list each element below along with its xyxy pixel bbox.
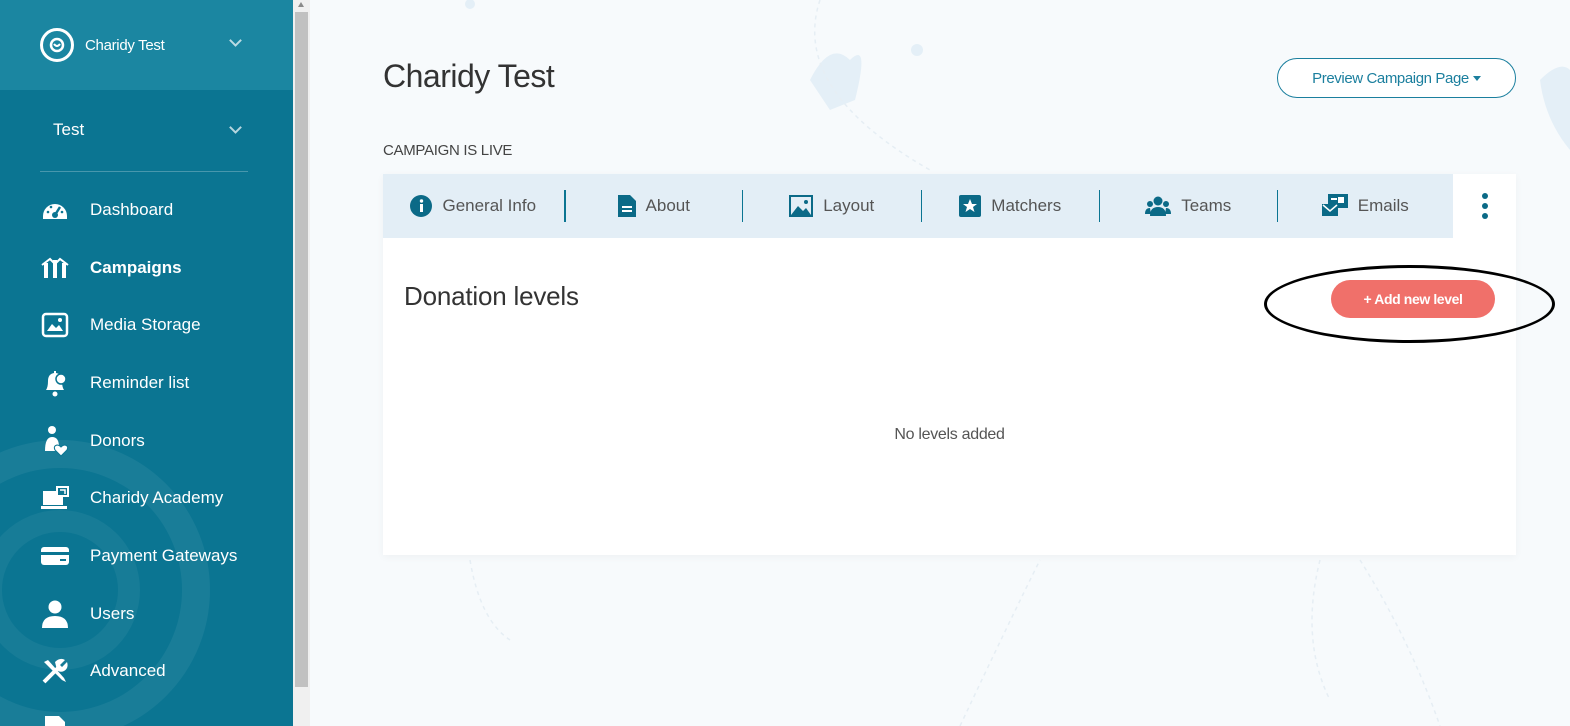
sidebar-item-payment-gateways[interactable]: Payment Gateways [0, 527, 293, 585]
main-content: Charidy Test Preview Campaign Page CAMPA… [310, 0, 1570, 726]
campaign-name: Test [53, 120, 85, 139]
organization-switcher[interactable]: Charidy Test [0, 0, 293, 90]
sidebar-nav: Dashboard Campaigns Media Storage Remind… [0, 181, 293, 726]
document-icon [40, 714, 70, 726]
campaign-status: CAMPAIGN IS LIVE [383, 142, 513, 159]
chevron-down-icon [229, 121, 242, 134]
organization-name: Charidy Test [85, 36, 165, 54]
tab-teams[interactable]: Teams [1100, 174, 1277, 238]
user-icon [40, 599, 70, 629]
tab-label: Layout [823, 196, 875, 215]
sidebar-item-label: Charidy Academy [90, 488, 224, 508]
bell-icon [40, 368, 70, 398]
sidebar-item-campaigns[interactable]: Campaigns [0, 239, 293, 297]
document-icon [617, 195, 636, 217]
academy-icon [40, 483, 70, 513]
sidebar-item-label: Media Storage [90, 315, 201, 335]
star-icon [959, 195, 982, 217]
media-icon [40, 310, 70, 340]
tab-label: About [645, 196, 690, 215]
card-icon [40, 541, 70, 571]
sidebar-item-label: Payment Gateways [90, 545, 238, 565]
more-options-button[interactable] [1453, 174, 1516, 238]
sidebar-item-label: Reminder list [90, 372, 190, 392]
tab-label: General Info [442, 196, 537, 215]
sidebar-item-more[interactable] [0, 700, 293, 726]
sidebar-item-reminder-list[interactable]: Reminder list [0, 354, 293, 412]
tab-label: Teams [1181, 196, 1232, 215]
tab-general-info[interactable]: General Info [383, 174, 564, 238]
tab-layout[interactable]: Layout [743, 174, 921, 238]
sidebar-item-advanced[interactable]: Advanced [0, 643, 293, 701]
tab-bar: General Info About Layout Matchers Teams… [383, 174, 1453, 238]
charidy-logo-icon [40, 28, 74, 62]
sidebar-item-donors[interactable]: Donors [0, 412, 293, 470]
sidebar-item-users[interactable]: Users [0, 585, 293, 643]
campaigns-icon [40, 253, 70, 283]
donors-icon [40, 425, 70, 457]
sidebar-item-label: Dashboard [90, 199, 174, 219]
more-vertical-icon [1481, 191, 1488, 221]
sidebar-item-dashboard[interactable]: Dashboard [0, 181, 293, 239]
image-icon [789, 195, 814, 217]
tab-label: Matchers [991, 196, 1062, 215]
page-scrollbar[interactable] [293, 0, 310, 726]
campaign-switcher[interactable]: Test [0, 90, 293, 172]
sidebar-item-charidy-academy[interactable]: Charidy Academy [0, 469, 293, 527]
sidebar-item-label: Advanced [90, 661, 166, 681]
chevron-down-icon [229, 34, 242, 47]
empty-state-message: No levels added [894, 426, 1005, 443]
preview-campaign-label: Preview Campaign Page [1312, 69, 1469, 87]
sidebar-item-label: Users [90, 603, 135, 623]
sidebar-item-label: Donors [90, 430, 145, 450]
tab-about[interactable]: About [566, 174, 743, 238]
sidebar-item-label: Campaigns [90, 257, 182, 277]
tab-emails[interactable]: Emails [1278, 174, 1454, 238]
sidebar-divider [40, 171, 248, 172]
dashboard-icon [40, 195, 70, 225]
scroll-up-icon[interactable] [298, 2, 304, 7]
add-new-level-button[interactable]: + Add new level [1331, 280, 1495, 318]
team-icon [1145, 196, 1172, 216]
preview-campaign-button[interactable]: Preview Campaign Page [1277, 58, 1516, 98]
campaign-card: General Info About Layout Matchers Teams… [383, 174, 1516, 555]
tab-matchers[interactable]: Matchers [922, 174, 1100, 238]
caret-down-icon [1472, 75, 1481, 81]
sidebar-item-media-storage[interactable]: Media Storage [0, 296, 293, 354]
sidebar: Charidy Test Test Dashboard Campaigns Me… [0, 0, 293, 726]
page-title: Charidy Test [383, 58, 555, 94]
tab-label: Emails [1357, 196, 1409, 215]
section-title: Donation levels [404, 281, 579, 311]
scroll-thumb[interactable] [295, 12, 308, 687]
info-icon [410, 195, 433, 217]
tools-icon [40, 656, 70, 686]
email-icon [1321, 194, 1348, 218]
